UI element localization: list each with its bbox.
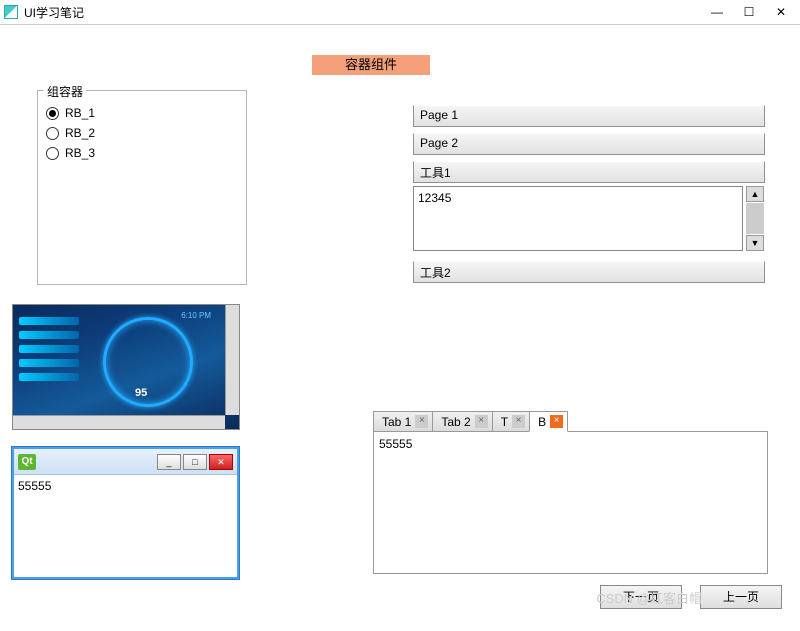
minimize-button[interactable]: — xyxy=(710,5,724,19)
window-title: UI学习笔记 xyxy=(24,4,710,21)
group-container: 组容器 RB_1 RB_2 RB_3 xyxy=(37,90,247,285)
qt-subwindow[interactable]: Qt _ □ ✕ 55555 xyxy=(12,447,239,579)
radio-rb3[interactable] xyxy=(46,147,59,160)
tab-bar: Tab 1 × Tab 2 × T × B × xyxy=(373,411,567,432)
tab-close-icon[interactable]: × xyxy=(475,415,488,428)
tab-label: B xyxy=(538,415,546,429)
prev-page-button[interactable]: 上一页 xyxy=(700,585,782,609)
groupbox-title: 组容器 xyxy=(44,83,86,100)
tab-4[interactable]: B × xyxy=(529,411,568,432)
toolbox-stack: Page 1 Page 2 工具1 xyxy=(413,105,765,189)
window-titlebar: UI学习笔记 — ☐ ✕ xyxy=(0,0,800,25)
tab-1[interactable]: Tab 1 × xyxy=(373,411,433,432)
app-icon xyxy=(4,5,18,19)
tool-header-2[interactable]: 工具2 xyxy=(413,261,765,283)
qt-close-button[interactable]: ✕ xyxy=(209,454,233,470)
mdi-area[interactable]: 95 6:10 PM xyxy=(12,304,240,430)
dashboard-bars xyxy=(19,317,79,381)
scroll-down-icon[interactable]: ▼ xyxy=(746,235,764,251)
next-page-button[interactable]: 下一页 xyxy=(600,585,682,609)
radio-rb2[interactable] xyxy=(46,127,59,140)
radio-rb1[interactable] xyxy=(46,107,59,120)
tool-text-area[interactable]: 12345 xyxy=(413,186,743,251)
qt-minimize-button[interactable]: _ xyxy=(157,454,181,470)
qt-body: 55555 xyxy=(14,475,237,497)
header-banner: 容器组件 xyxy=(312,55,430,75)
page-header-2[interactable]: Page 2 xyxy=(413,133,765,155)
scroll-up-icon[interactable]: ▲ xyxy=(746,186,764,202)
mdi-hscroll[interactable] xyxy=(13,415,225,429)
window-controls: — ☐ ✕ xyxy=(710,5,788,19)
qt-titlebar[interactable]: Qt _ □ ✕ xyxy=(14,449,237,475)
close-button[interactable]: ✕ xyxy=(774,5,788,19)
tool-text-content: 12345 xyxy=(418,191,451,205)
radio-label: RB_2 xyxy=(65,126,95,140)
maximize-button[interactable]: ☐ xyxy=(742,5,756,19)
scroll-thumb[interactable] xyxy=(746,203,764,234)
page-header-1[interactable]: Page 1 xyxy=(413,105,765,127)
tab-3[interactable]: T × xyxy=(492,411,530,432)
qt-content-text: 55555 xyxy=(18,479,51,493)
tab-label: Tab 2 xyxy=(441,415,470,429)
tab-close-icon[interactable]: × xyxy=(550,415,563,428)
dashboard-time: 6:10 PM xyxy=(181,311,211,320)
tab-content-text: 55555 xyxy=(379,437,412,451)
mdi-vscroll[interactable] xyxy=(225,305,239,415)
tab-content-area[interactable]: 55555 xyxy=(373,431,768,574)
gauge-value: 95 xyxy=(135,387,147,399)
radio-row-2[interactable]: RB_2 xyxy=(38,123,246,143)
tab-label: T xyxy=(501,415,508,429)
qt-logo-icon: Qt xyxy=(18,454,36,470)
gauge-icon xyxy=(103,317,193,407)
qt-maximize-button[interactable]: □ xyxy=(183,454,207,470)
radio-label: RB_3 xyxy=(65,146,95,160)
tool-scrollbar[interactable]: ▲ ▼ xyxy=(746,186,764,251)
tab-2[interactable]: Tab 2 × xyxy=(432,411,492,432)
radio-row-1[interactable]: RB_1 xyxy=(38,103,246,123)
bottom-button-row: 下一页 上一页 xyxy=(600,585,782,609)
tab-close-icon[interactable]: × xyxy=(415,415,428,428)
tab-label: Tab 1 xyxy=(382,415,411,429)
radio-row-3[interactable]: RB_3 xyxy=(38,143,246,163)
tool-header-1[interactable]: 工具1 xyxy=(413,161,765,183)
radio-label: RB_1 xyxy=(65,106,95,120)
tab-close-icon[interactable]: × xyxy=(512,415,525,428)
